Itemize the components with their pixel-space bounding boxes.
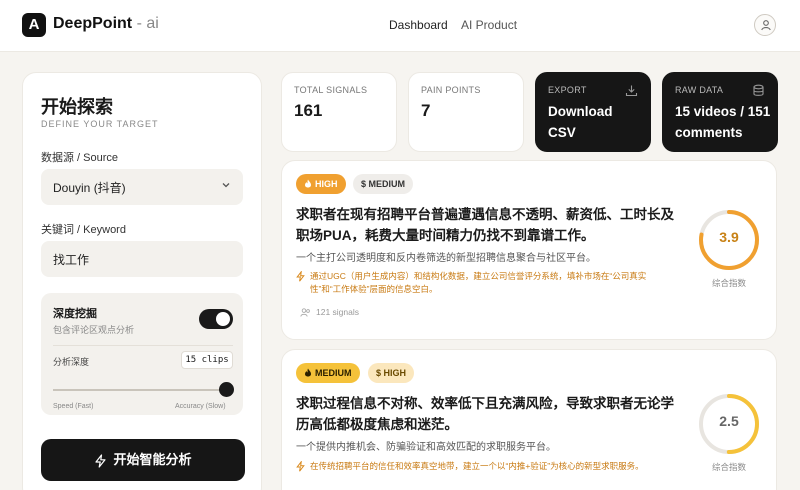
source-value: Douyin (抖音)	[53, 181, 126, 195]
nav-ai-product[interactable]: AI Product	[461, 18, 517, 32]
insight-text: 在传统招聘平台的信任和效率真空地带，建立一个以“内推+验证”为核心的新型求职服务…	[310, 461, 644, 471]
keyword-input[interactable]: 找工作	[41, 241, 243, 277]
severity-label: HIGH	[315, 179, 338, 189]
lightning-icon	[296, 271, 305, 282]
download-icon	[625, 85, 638, 97]
depth-slider-thumb[interactable]	[219, 382, 234, 397]
fire-icon	[305, 179, 311, 188]
brand-name[interactable]: DeepPoint - ai	[53, 15, 159, 33]
chevron-down-icon	[222, 183, 230, 188]
insight-text: 通过UGC（用户生成内容）和结构化数据，建立公司信誉评分系统，填补市场在“公司真…	[310, 271, 647, 294]
deep-mining-toggle[interactable]	[199, 309, 233, 329]
config-panel: 开始探索 DEFINE YOUR TARGET 数据源 / Source Dou…	[22, 72, 262, 490]
lightning-icon	[95, 453, 107, 468]
score-gauge: 3.9	[696, 207, 762, 273]
start-analysis-button[interactable]: 开始智能分析	[41, 439, 245, 481]
keyword-label: 关键词 / Keyword	[41, 224, 126, 236]
card-title: 求职过程信息不对称、效率低下且充满风险，导致求职者无论学历高低都极度焦虑和迷茫。	[296, 396, 674, 432]
card-insight: 通过UGC（用户生成内容）和结构化数据，建立公司信誉评分系统，填补市场在“公司真…	[296, 270, 676, 296]
source-label: 数据源 / Source	[41, 152, 119, 164]
raw-data-button[interactable]: RAW DATA 15 videos / 151 comments	[662, 72, 778, 152]
pain-point-card[interactable]: HIGH $ MEDIUM 求职者在现有招聘平台普遍遭遇信息不透明、薪资低、工时…	[281, 160, 777, 340]
card-title: 求职者在现有招聘平台普遍遭遇信息不透明、薪资低、工时长及职场PUA，耗费大量时间…	[296, 207, 674, 243]
stat-value: 161	[294, 101, 323, 120]
stat-caption: RAW DATA	[675, 85, 724, 95]
score-value: 2.5	[719, 413, 739, 429]
start-analysis-label: 开始智能分析	[113, 452, 192, 467]
logo[interactable]: A	[22, 13, 46, 37]
top-bar: A DeepPoint - ai Dashboard AI Product	[0, 0, 800, 52]
card-description: 一个主打公司透明度和反内卷筛选的新型招聘信息聚合与社区平台。	[296, 253, 596, 264]
divider	[53, 345, 233, 346]
keyword-value: 找工作	[53, 253, 90, 267]
depth-value: 15 clips	[181, 351, 233, 369]
user-icon	[761, 20, 771, 31]
score-caption: 综合指数	[711, 462, 746, 472]
signal-count: 121 signals	[300, 307, 359, 317]
stat-value: 7	[421, 101, 431, 120]
slider-min-label: Speed (Fast)	[53, 403, 94, 410]
value-tag: $ HIGH	[368, 363, 415, 383]
fire-icon	[305, 368, 311, 377]
export-csv-button[interactable]: EXPORT Download CSV	[535, 72, 651, 152]
card-insight: 在传统招聘平台的信任和效率真空地带，建立一个以“内推+验证”为核心的新型求职服务…	[296, 460, 676, 473]
brand-suffix: - ai	[132, 15, 159, 32]
signal-count-label: 121 signals	[316, 307, 360, 317]
pain-point-card[interactable]: MEDIUM $ HIGH 求职过程信息不对称、效率低下且充满风险，导致求职者无…	[281, 349, 777, 490]
brand-label: DeepPoint	[53, 15, 133, 32]
score-value: 3.9	[719, 229, 739, 245]
source-select[interactable]: Douyin (抖音)	[41, 169, 243, 205]
score-gauge: 2.5	[696, 391, 762, 457]
value-tag: $ MEDIUM	[353, 174, 414, 194]
toggle-knob	[216, 312, 230, 326]
nav-dashboard[interactable]: Dashboard	[389, 18, 448, 32]
severity-tag: HIGH	[296, 174, 346, 194]
severity-label: MEDIUM	[315, 368, 352, 378]
stat-caption: TOTAL SIGNALS	[294, 85, 368, 95]
stat-caption: PAIN POINTS	[421, 85, 481, 95]
user-menu-button[interactable]	[754, 14, 776, 36]
deep-mining-panel: 深度挖掘 包含评论区观点分析 分析深度 15 clips Speed (Fast…	[41, 293, 243, 415]
score-caption: 综合指数	[711, 278, 746, 288]
export-label: Download CSV	[548, 104, 613, 140]
panel-title: 开始探索	[41, 97, 113, 117]
deep-mining-title: 深度挖掘	[53, 308, 97, 320]
raw-data-label: 15 videos / 151 comments	[675, 104, 771, 140]
severity-tag: MEDIUM	[296, 363, 360, 383]
slider-max-label: Accuracy (Slow)	[175, 403, 226, 410]
deep-mining-subtitle: 包含评论区观点分析	[53, 325, 135, 335]
panel-subtitle: DEFINE YOUR TARGET	[41, 119, 159, 129]
depth-slider-track[interactable]	[53, 389, 233, 391]
database-icon	[753, 84, 764, 96]
stat-total-signals: TOTAL SIGNALS 161	[281, 72, 397, 152]
card-description: 一个提供内推机会、防骗验证和高效匹配的求职服务平台。	[296, 442, 556, 453]
depth-label: 分析深度	[53, 357, 90, 367]
stat-caption: EXPORT	[548, 85, 587, 95]
stat-pain-points: PAIN POINTS 7	[408, 72, 524, 152]
users-icon	[300, 308, 310, 317]
lightning-icon	[296, 461, 305, 472]
